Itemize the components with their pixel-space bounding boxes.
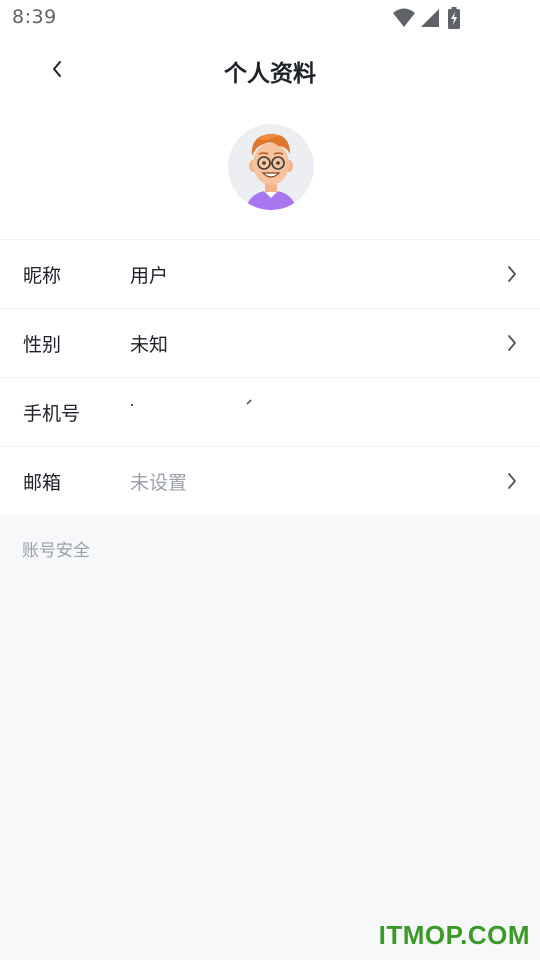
account-security-section-title: 账号安全 [22,541,90,561]
phone-row: 手机号 [0,377,540,446]
battery-charging-icon [448,7,460,29]
cellular-signal-icon [421,9,439,27]
chevron-right-icon [508,335,516,351]
cartoon-avatar-icon [246,133,296,210]
gender-row[interactable]: 性别 未知 [0,308,540,377]
email-label: 邮箱 [23,472,62,494]
status-bar: 8:39 [0,0,540,36]
email-value: 未设置 [130,472,188,494]
gender-label: 性别 [23,334,62,356]
nickname-value: 用户 [130,265,169,287]
page-title: 个人资料 [224,61,316,87]
status-time: 8:39 [12,6,57,28]
wifi-icon [393,8,415,27]
chevron-right-icon [508,266,516,282]
masked-phone-marks [131,399,252,406]
email-row[interactable]: 邮箱 未设置 [0,446,540,515]
avatar[interactable] [228,124,314,210]
nav-bar: 个人资料 [0,38,540,102]
gender-value: 未知 [130,334,169,356]
chevron-right-icon [508,473,516,489]
nickname-row[interactable]: 昵称 用户 [0,239,540,308]
phone-label: 手机号 [23,403,81,425]
nickname-label: 昵称 [23,265,62,287]
watermark: ITMOP.COM [378,920,530,950]
